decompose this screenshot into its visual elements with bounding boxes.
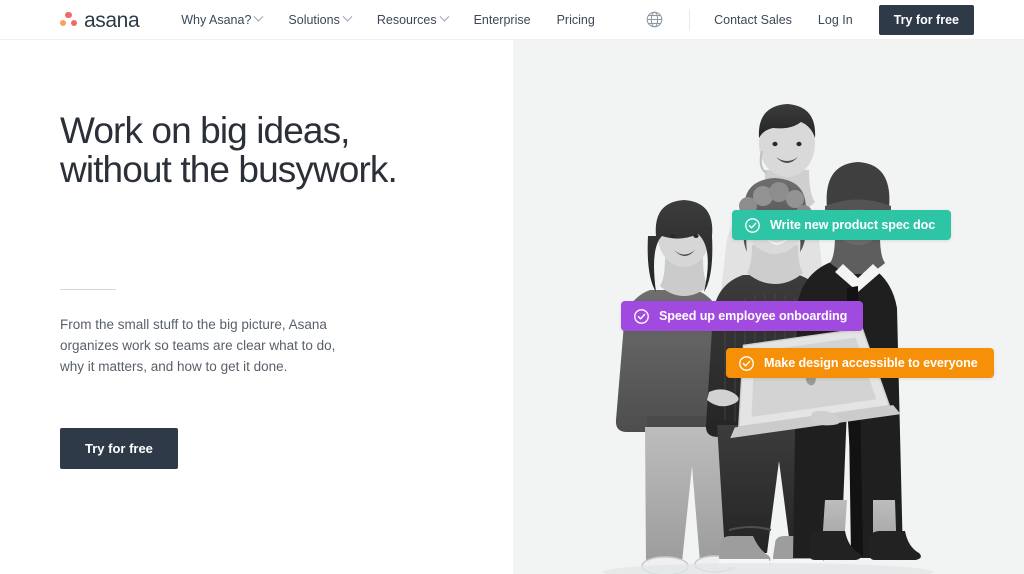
nav-item-label: Why Asana?	[181, 12, 252, 27]
asana-landing-page: asana Why Asana? Solutions Resources Ent…	[0, 0, 1024, 574]
hero-left-panel: Work on big ideas, without the busywork.…	[0, 40, 513, 574]
primary-nav-links: Why Asana? Solutions Resources Enterpris…	[181, 11, 595, 27]
asana-dots-logo	[60, 12, 77, 27]
globe-icon[interactable]	[643, 9, 665, 31]
nav-item-label: Resources	[376, 12, 437, 27]
task-pill-label: Make design accessible to everyone	[764, 356, 978, 370]
task-pill-label: Write new product spec doc	[770, 218, 936, 232]
task-pill-design-accessible[interactable]: Make design accessible to everyone	[726, 348, 994, 378]
nav-item-label: Pricing	[556, 12, 595, 27]
check-circle-icon	[745, 217, 760, 233]
contact-sales-link[interactable]: Contact Sales	[714, 13, 792, 27]
nav-item-solutions[interactable]: Solutions	[288, 11, 353, 27]
nav-divider	[689, 8, 691, 31]
hero-subtitle: From the small stuff to the big picture,…	[60, 316, 336, 375]
hero-try-for-free-button[interactable]: Try for free	[60, 427, 178, 469]
hero-right-panel: Write new product spec doc Speed up empl…	[513, 40, 1024, 574]
nav-utility-group: Contact Sales Log In Try for free	[643, 4, 974, 35]
chevron-down-icon	[253, 11, 264, 22]
nav-try-for-free-button[interactable]: Try for free	[878, 4, 974, 35]
top-navigation-bar: asana Why Asana? Solutions Resources Ent…	[0, 0, 1024, 40]
nav-item-why-asana[interactable]: Why Asana?	[181, 11, 264, 27]
nav-item-resources[interactable]: Resources	[376, 11, 450, 27]
log-in-link[interactable]: Log In	[818, 13, 853, 27]
hero-copy-block: Work on big ideas, without the busywork.…	[60, 110, 460, 469]
nav-item-pricing[interactable]: Pricing	[557, 13, 595, 27]
chevron-down-icon	[342, 11, 353, 22]
hero-divider-rule	[60, 288, 116, 290]
nav-item-enterprise[interactable]: Enterprise	[474, 13, 531, 27]
check-circle-icon	[739, 355, 754, 371]
task-pill-employee-onboarding[interactable]: Speed up employee onboarding	[621, 301, 864, 331]
check-circle-icon	[634, 308, 649, 324]
nav-item-label: Solutions	[288, 12, 340, 27]
asana-logo-link[interactable]: asana	[60, 8, 140, 32]
task-pill-write-spec-doc[interactable]: Write new product spec doc	[732, 210, 952, 240]
nav-item-label: Enterprise	[473, 12, 531, 27]
task-pill-label: Speed up employee onboarding	[659, 309, 848, 323]
page-title: Work on big ideas, without the busywork.	[60, 110, 398, 190]
chevron-down-icon	[439, 11, 450, 22]
brand-wordmark: asana	[84, 8, 140, 32]
